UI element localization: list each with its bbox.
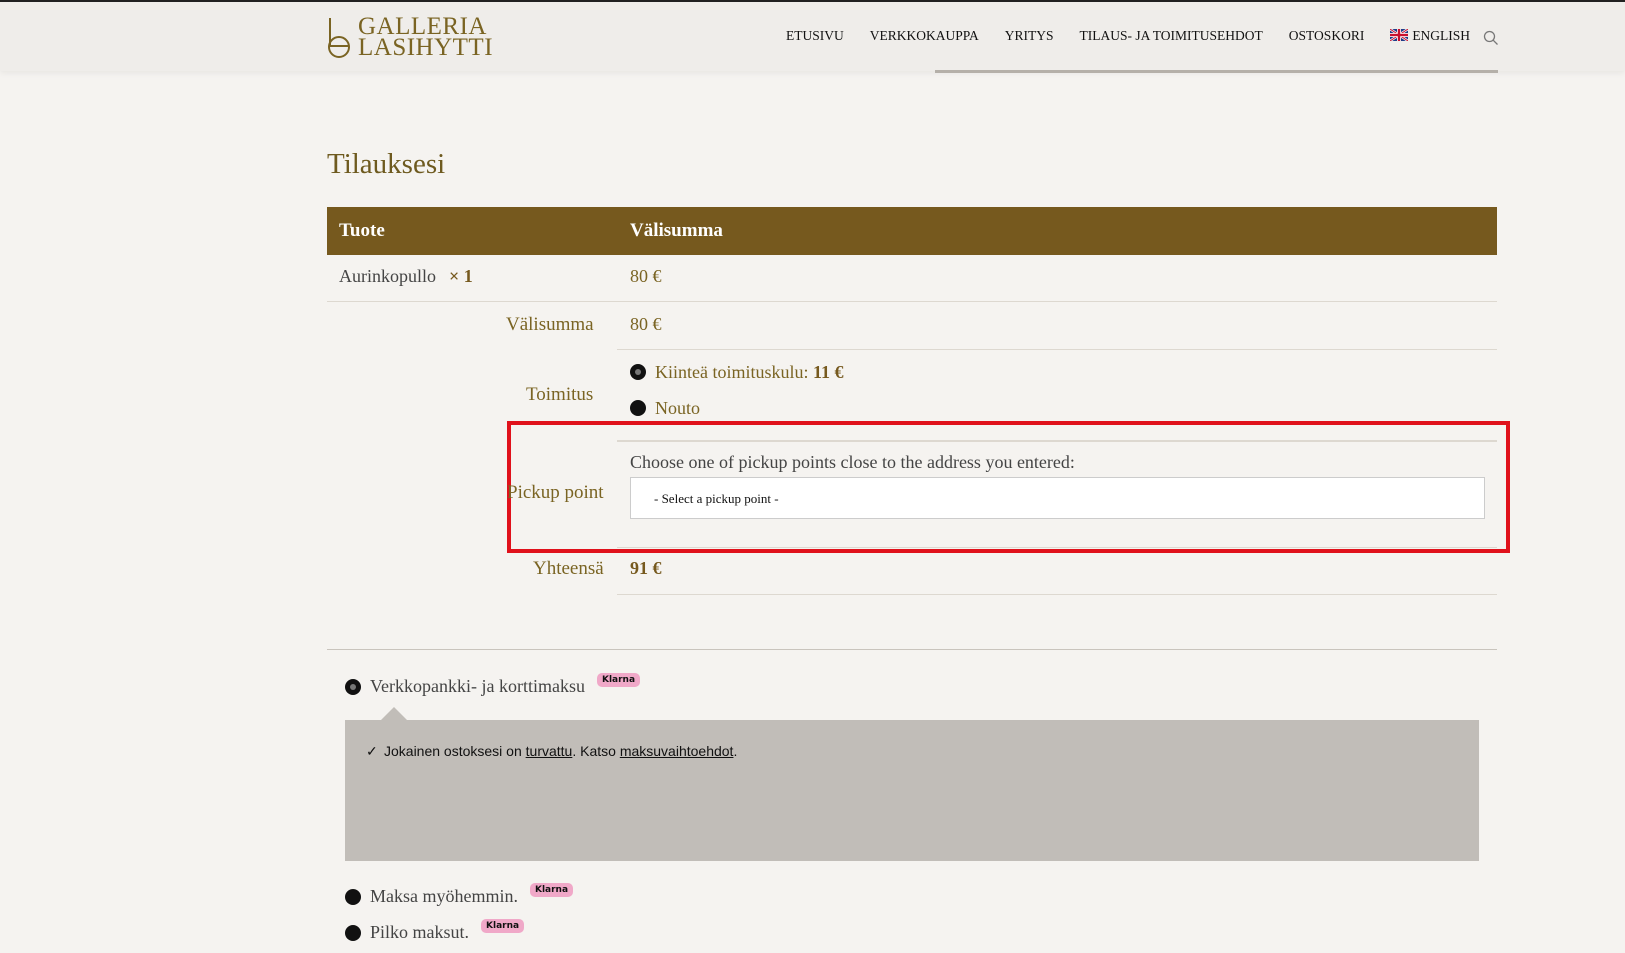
order-review-table: Tuote Välisumma Aurinkopullo × 1 80 € Vä… (327, 207, 1497, 442)
payment-divider (327, 649, 1497, 650)
site-header: GALLERIA LASIHYTTI ETUSIVU VERKKOKAUPPA … (0, 2, 1625, 71)
shipping-fixed-label: Kiinteä toimituskulu: (655, 362, 809, 382)
product-name: Aurinkopullo (339, 266, 436, 286)
payment-note: ✓ Jokainen ostoksesi on turvattu. Katso m… (366, 743, 737, 760)
payment-note-text1: Jokainen ostoksesi on (384, 743, 526, 759)
payment-box-arrow (381, 707, 407, 720)
col-subtotal-header: Välisumma (630, 220, 723, 241)
total-value: 91 € (630, 558, 662, 578)
language-label: ENGLISH (1412, 28, 1471, 43)
shipping-label: Toimitus (526, 384, 594, 405)
radio-selected-icon[interactable] (630, 364, 646, 380)
link-maksuvaihtoehdot[interactable]: maksuvaihtoehdot (620, 743, 734, 759)
link-turvattu[interactable]: turvattu (526, 743, 573, 759)
shipping-option-fixed[interactable]: Kiinteä toimituskulu: 11 € (630, 362, 844, 383)
logo-icon (328, 18, 350, 58)
table-header: Tuote Välisumma (327, 207, 1497, 255)
payment-option-pay-later[interactable]: Maksa myöhemmin. Klarna (345, 882, 574, 907)
payment-option-bank-card[interactable]: Verkkopankki- ja korttimaksu Klarna (345, 672, 641, 697)
nav-language-english[interactable]: ENGLISH (1390, 28, 1470, 44)
product-qty: × 1 (449, 266, 473, 286)
payment-option-label: Verkkopankki- ja korttimaksu (370, 676, 585, 696)
nav-active-indicator (935, 70, 1498, 73)
payment-description-box (345, 720, 1479, 861)
klarna-badge: Klarna (596, 672, 641, 687)
pickup-instructions: Choose one of pickup points close to the… (630, 452, 1075, 472)
logo-line2: LASIHYTTI (358, 34, 494, 61)
search-icon[interactable] (1483, 30, 1499, 46)
uk-flag-icon (1390, 29, 1409, 41)
payment-option-label: Maksa myöhemmin. (370, 886, 518, 906)
payment-option-label: Pilko maksut. (370, 922, 470, 942)
nav-ostoskori[interactable]: OSTOSKORI (1289, 28, 1365, 44)
site-logo[interactable]: GALLERIA LASIHYTTI (326, 14, 494, 61)
check-icon: ✓ (366, 743, 378, 759)
klarna-badge: Klarna (529, 882, 574, 897)
klarna-badge: Klarna (481, 918, 525, 933)
pickup-bottom-divider (617, 547, 1497, 548)
total-label: Yhteensä (533, 558, 604, 579)
nav-etusivu[interactable]: ETUSIVU (786, 28, 844, 44)
table-row: Aurinkopullo × 1 80 € (327, 255, 1497, 302)
total-divider (617, 594, 1497, 595)
radio-icon[interactable] (630, 400, 646, 416)
main-nav: ETUSIVU VERKKOKAUPPA YRITYS TILAUS- JA T… (786, 28, 1496, 44)
logo-text: GALLERIA LASIHYTTI (358, 14, 494, 61)
radio-selected-icon[interactable] (345, 678, 361, 695)
nav-yritys[interactable]: YRITYS (1005, 28, 1054, 44)
product-price-value: 80 € (630, 266, 662, 286)
pickup-top-divider (617, 440, 1497, 441)
shipping-option-pickup[interactable]: Nouto (630, 398, 700, 419)
payment-option-split[interactable]: Pilko maksut. Klarna (345, 918, 525, 943)
page-title: Tilauksesi (327, 148, 446, 180)
shipping-pickup-label: Nouto (655, 398, 700, 418)
pickup-label: Pickup point (507, 482, 604, 503)
subtotal-row: Välisumma 80 € (506, 302, 1497, 350)
pickup-point-select[interactable]: - Select a pickup point - (630, 477, 1485, 519)
col-product-header: Tuote (339, 220, 385, 241)
nav-tilaus-ehdot[interactable]: TILAUS- JA TOIMITUSEHDOT (1080, 28, 1263, 44)
shipping-fixed-price: 11 € (813, 362, 844, 382)
radio-icon[interactable] (345, 888, 361, 905)
subtotal-value: 80 € (630, 314, 662, 334)
payment-note-text2: . Katso (572, 743, 620, 759)
payment-note-text3: . (733, 743, 738, 759)
nav-verkkokauppa[interactable]: VERKKOKAUPPA (870, 28, 979, 44)
subtotal-label: Välisumma (506, 314, 594, 335)
radio-icon[interactable] (345, 924, 361, 941)
